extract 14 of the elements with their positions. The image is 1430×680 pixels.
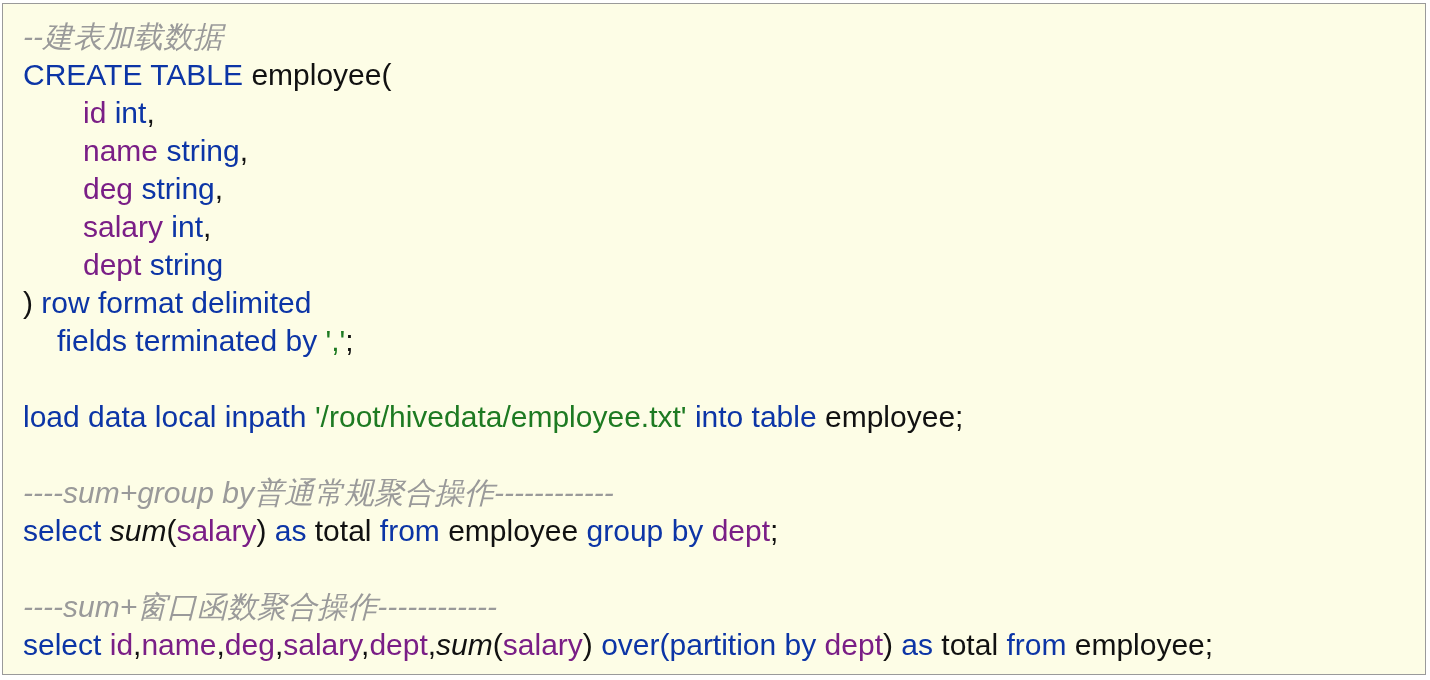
- code-line: deg string,: [82, 171, 225, 207]
- code-line: load data local inpath '/root/hivedata/employee.txt' into table employee;: [23, 399, 965, 435]
- code-line: select sum(salary) as total from employee group by dept;: [23, 513, 780, 549]
- code-line: name string,: [82, 133, 250, 169]
- code-comment: ----sum+group by普通常规聚合操作------------: [23, 475, 615, 511]
- code-line: dept string: [82, 247, 225, 283]
- code-line: select id,name,deg,salary,dept,sum(salary) over(partition by dept) as total from employee;: [23, 627, 1215, 663]
- code-line: ) row format delimited: [23, 285, 313, 321]
- code-line: id int,: [82, 95, 156, 131]
- code-line: salary int,: [82, 209, 213, 245]
- code-line: CREATE TABLE employee(: [23, 57, 393, 93]
- code-comment: --建表加载数据: [23, 18, 1405, 56]
- code-comment: ----sum+窗口函数聚合操作------------: [23, 589, 499, 625]
- code-line: fields terminated by ',';: [56, 323, 355, 359]
